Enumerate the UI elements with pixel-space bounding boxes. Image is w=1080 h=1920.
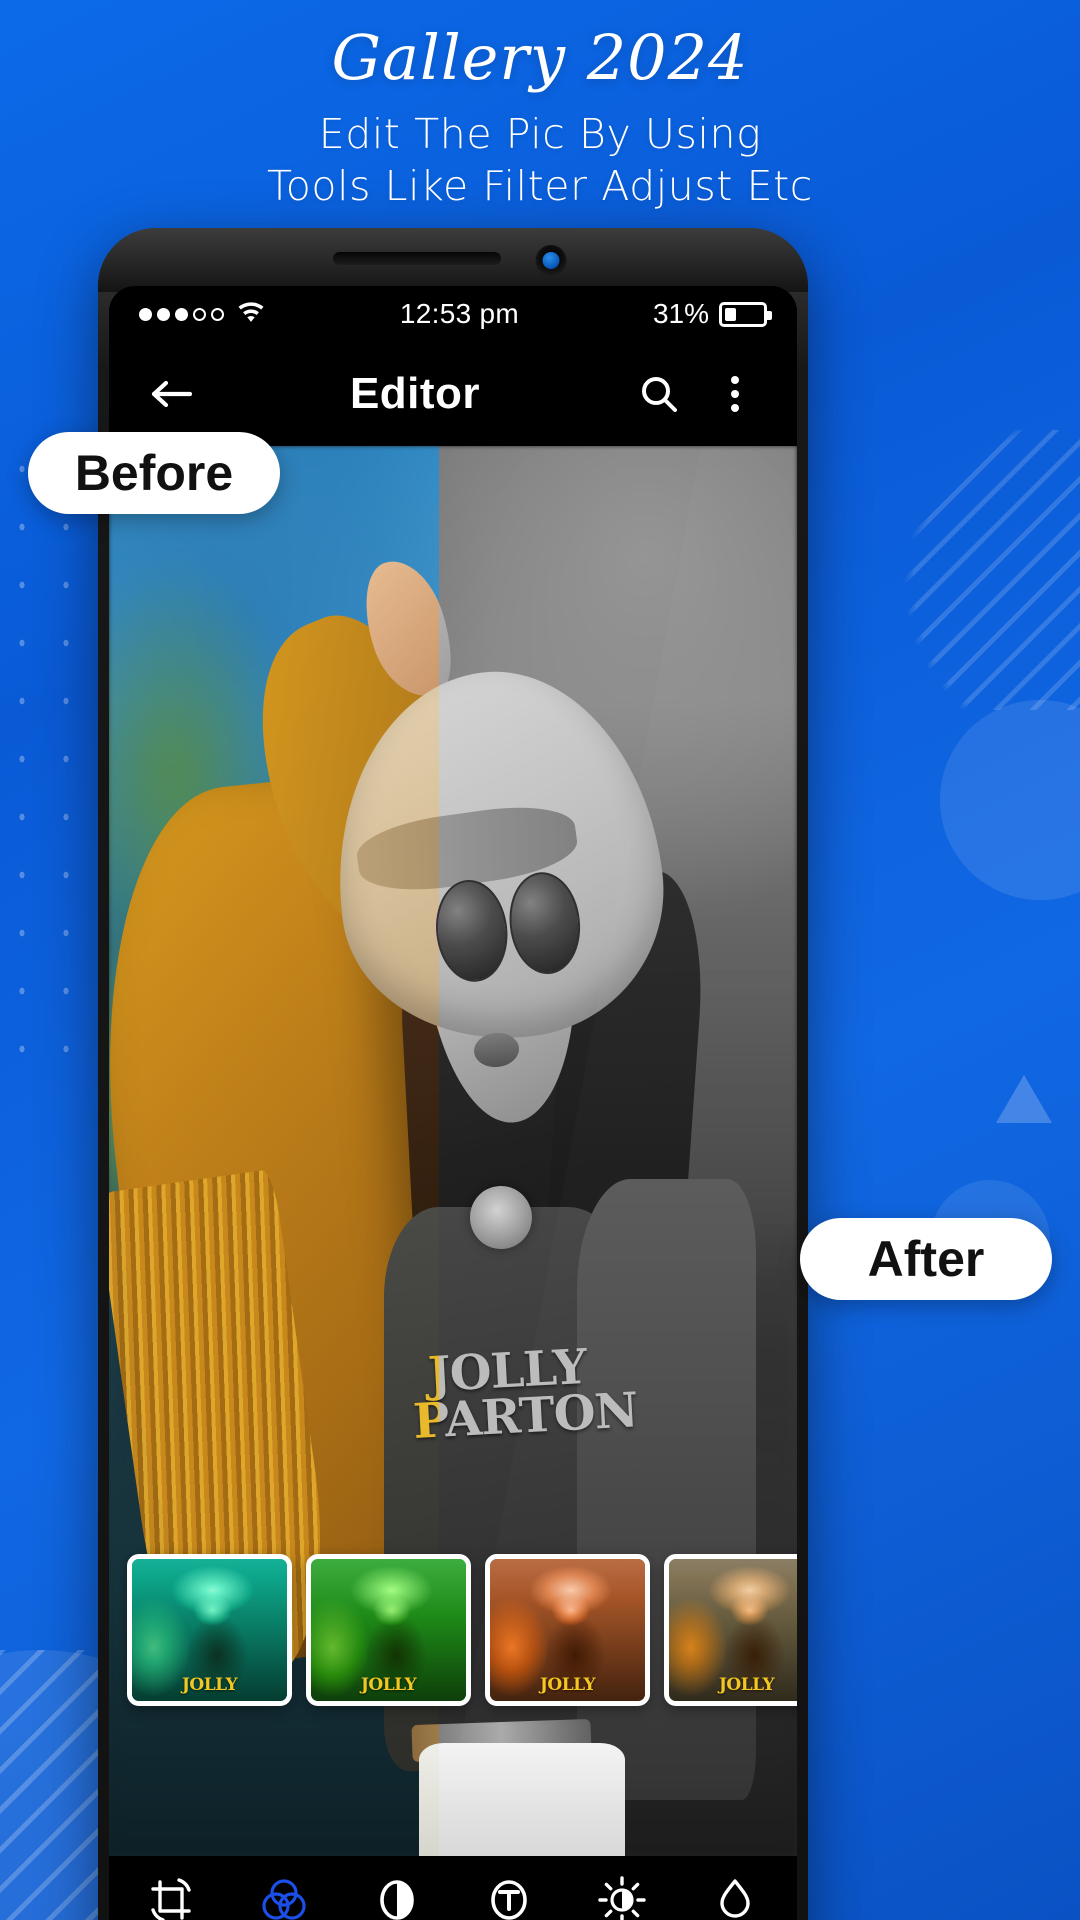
decor-circle-right-upper <box>940 700 1080 900</box>
decor-stripes-top-right <box>850 430 1080 710</box>
before-label-pill: Before <box>28 432 280 514</box>
promo-stage: Gallery 2024 Edit The Pic By Using Tools… <box>0 0 1080 1920</box>
filter-thumbnail[interactable]: JOLLY <box>664 1554 797 1706</box>
signal-dot <box>193 307 206 321</box>
filter-thumbnail-strip[interactable]: JOLLYJOLLYJOLLYJOLLYJOLLY <box>127 1554 797 1706</box>
promo-headings: Gallery 2024 Edit The Pic By Using Tools… <box>0 22 1080 213</box>
filter-thumbnail[interactable]: JOLLY <box>127 1554 292 1706</box>
promo-subtitle-line-1: Edit The Pic By Using <box>318 110 762 159</box>
filter-thumbnail[interactable]: JOLLY <box>306 1554 471 1706</box>
editor-photo-canvas[interactable]: JOLLY PARTON JOLLYJOLLYJOLLYJOLLYJOLLY <box>109 446 797 1856</box>
status-bar-right: 31% <box>652 298 772 330</box>
app-bar-actions <box>631 366 763 422</box>
signal-dot <box>211 307 224 321</box>
brightness-sun-icon <box>596 1874 648 1920</box>
filter-thumbnail-label: JOLLY <box>539 1675 596 1695</box>
battery-percent-label: 31% <box>652 298 709 329</box>
promo-subtitle: Edit The Pic By Using Tools Like Filter … <box>0 109 1080 212</box>
filter-thumbnail[interactable]: JOLLY <box>485 1554 650 1706</box>
signal-dot <box>157 307 170 321</box>
toolbar-item-contrast[interactable]: Contrast <box>341 1874 453 1920</box>
promo-subtitle-line-2: Tools Like Filter Adjust Etc <box>267 161 813 210</box>
signal-dots-icon <box>139 307 224 321</box>
battery-fill <box>725 307 737 321</box>
phone-front-camera <box>535 245 567 276</box>
signal-dot <box>175 307 188 321</box>
phone-screen: 12:53 pm 31% Editor JOLLY PARTON JOLLY J… <box>109 286 797 1920</box>
filters-circles-icon <box>258 1874 310 1920</box>
status-bar: 12:53 pm 31% <box>109 286 797 342</box>
toolbar-item-blur[interactable]: Blur <box>679 1874 791 1920</box>
text-t-icon <box>483 1874 535 1920</box>
status-bar-clock: 12:53 pm <box>399 298 520 329</box>
filter-thumbnail-label: JOLLY <box>718 1675 775 1695</box>
wifi-icon <box>236 300 266 329</box>
search-icon[interactable] <box>631 366 687 422</box>
phone-earpiece-speaker <box>333 252 501 265</box>
status-bar-left <box>139 300 266 329</box>
toolbar-item-crop[interactable]: Crop <box>115 1874 227 1920</box>
filter-thumbnail-label: JOLLY <box>181 1675 238 1695</box>
promo-title: Gallery 2024 <box>331 21 749 94</box>
subject-sunglasses <box>430 868 586 985</box>
app-bar: Editor <box>109 342 797 446</box>
crop-icon <box>145 1874 197 1920</box>
more-vertical-icon[interactable] <box>707 366 763 422</box>
arrow-left-icon[interactable] <box>143 366 199 422</box>
editor-toolbar[interactable]: CropFiltersContrastTextBrightnesBlur <box>109 1856 797 1920</box>
filter-thumbnail-label: JOLLY <box>360 1675 417 1695</box>
blur-droplet-icon <box>709 1874 761 1920</box>
after-label-pill: After <box>800 1218 1052 1300</box>
battery-icon <box>719 301 772 327</box>
toolbar-item-text[interactable]: Text <box>453 1874 565 1920</box>
toolbar-item-filters[interactable]: Filters <box>228 1874 340 1920</box>
signal-dot <box>139 307 152 321</box>
toolbar-item-brightnes[interactable]: Brightnes <box>566 1874 678 1920</box>
contrast-icon <box>371 1874 423 1920</box>
app-bar-title: Editor <box>349 369 481 418</box>
decor-triangle-right <box>996 1075 1052 1123</box>
